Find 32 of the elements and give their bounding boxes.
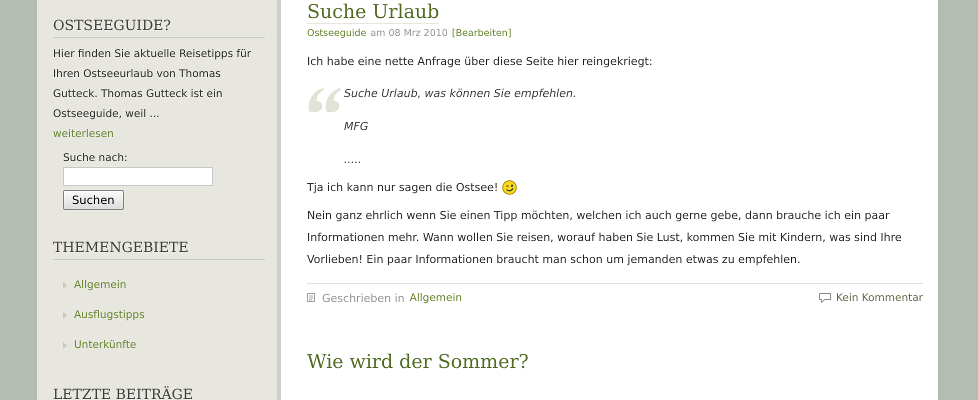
post-title[interactable]: Suche Urlaub	[307, 0, 440, 24]
author-link[interactable]: Ostseeguide	[307, 28, 366, 39]
bullet-icon	[63, 342, 67, 348]
quote-line: MFG	[344, 119, 370, 135]
search-field[interactable]	[63, 167, 213, 186]
winking-smiley-icon	[502, 180, 518, 195]
widget-heading: OSTSEEGUIDE?	[53, 18, 265, 38]
quote-icon	[307, 87, 341, 113]
bullet-icon	[63, 312, 67, 318]
category-link[interactable]: Ausflugstipps	[74, 305, 145, 325]
category-link[interactable]: Allgemein	[410, 288, 462, 308]
written-in-label: Geschrieben in	[322, 292, 405, 304]
about-text: Hier finden Sie aktuelle Reisetipps für Ihren Ostseeurlaub von Thomas Gutteck. Thomas Gutteck ist ein Ostseeguide, weil ...	[53, 47, 252, 122]
widget-heading: LETZTE BEITRÄGE	[53, 387, 265, 400]
category-link[interactable]: Allgemein	[74, 275, 126, 295]
widget-heading: THEMENGEBIETE	[53, 240, 265, 260]
category-link[interactable]: Unterkünfte	[74, 335, 136, 355]
post-title[interactable]: Wie wird der Sommer?	[307, 350, 923, 373]
post-paragraph: Ich habe eine nette Anfrage über diese Seite hier reingekriegt:	[307, 54, 654, 70]
search-label: Suche nach:	[63, 152, 128, 164]
post-paragraph: Tja ich kann nur sagen die Ostsee!	[307, 181, 498, 194]
read-more-link[interactable]: weiterlesen	[53, 128, 114, 140]
quote-line: .....	[344, 152, 362, 168]
post-date: am 08 Mrz 2010	[370, 28, 448, 39]
quote-line: Suche Urlaub, was können Sie empfehlen.	[344, 86, 578, 102]
bullet-icon	[63, 282, 67, 288]
post-paragraph: Nein ganz ehrlich wenn Sie einen Tipp möchten, welchen ich auch gerne gebe, dann brauche ich ein paar Informationen mehr. Wann wollen Sie reisen, worauf haben Sie Lust, kommen Sie mit Kindern, was sind Ihre Vorlieben! Ein paar Informationen braucht man schon um jemanden etwas zu empfehlen.	[307, 208, 903, 268]
comments-link[interactable]: Kein Kommentar	[836, 292, 923, 304]
edit-link[interactable]: [Bearbeiten]	[452, 28, 512, 39]
search-button[interactable]: Suchen	[63, 190, 124, 210]
comment-icon	[819, 293, 832, 303]
document-icon	[307, 293, 317, 303]
